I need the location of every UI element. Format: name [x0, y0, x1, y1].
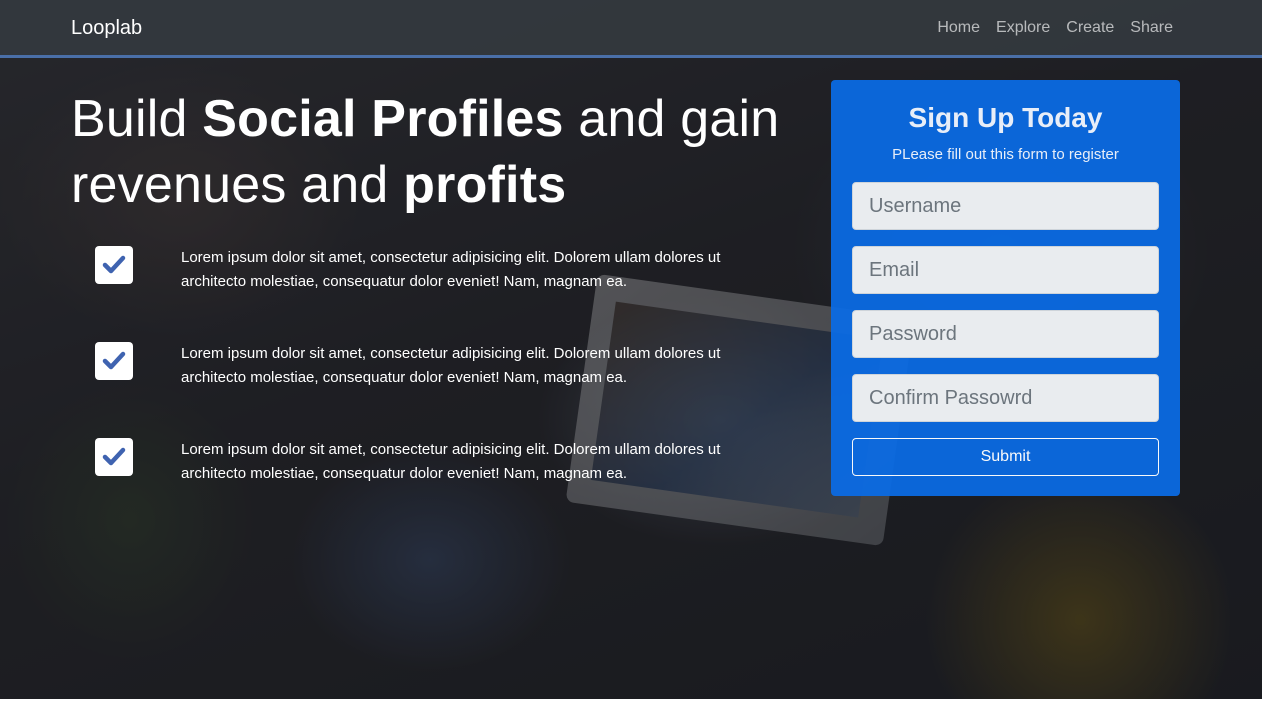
feature-text: Lorem ipsum dolor sit amet, consectetur … — [181, 345, 721, 386]
headline-bold-1: Social Profiles — [202, 90, 564, 148]
feature-item: Lorem ipsum dolor sit amet, consectetur … — [95, 438, 775, 498]
brand-logo[interactable]: Looplab — [71, 17, 142, 40]
feature-text: Lorem ipsum dolor sit amet, consectetur … — [181, 441, 721, 482]
feature-item: Lorem ipsum dolor sit amet, consectetur … — [95, 342, 775, 402]
check-square-icon — [95, 342, 133, 380]
submit-button[interactable]: Submit — [852, 438, 1159, 476]
signup-subtitle: PLease fill out this form to register — [892, 146, 1119, 163]
check-square-icon — [95, 438, 133, 476]
signup-title: Sign Up Today — [908, 102, 1103, 133]
nav-link-home[interactable]: Home — [937, 19, 980, 37]
headline-bold-2: profits — [403, 156, 567, 214]
nav-link-share[interactable]: Share — [1130, 19, 1173, 37]
password-input[interactable] — [852, 310, 1159, 358]
headline-part-1: Build — [71, 90, 203, 148]
username-input[interactable] — [852, 182, 1159, 230]
nav-link-explore[interactable]: Explore — [996, 19, 1050, 37]
nav-links: Home Explore Create Share — [937, 19, 1173, 37]
feature-text: Lorem ipsum dolor sit amet, consectetur … — [181, 249, 721, 290]
navbar: Looplab Home Explore Create Share — [0, 0, 1262, 58]
email-input[interactable] — [852, 246, 1159, 294]
check-square-icon — [95, 246, 133, 284]
hero-headline: Build Social Profiles and gain revenues … — [71, 86, 791, 218]
feature-item: Lorem ipsum dolor sit amet, consectetur … — [95, 246, 775, 306]
nav-link-create[interactable]: Create — [1066, 19, 1114, 37]
confirm-password-input[interactable] — [852, 374, 1159, 422]
signup-card: Sign Up Today PLease fill out this form … — [831, 80, 1180, 496]
